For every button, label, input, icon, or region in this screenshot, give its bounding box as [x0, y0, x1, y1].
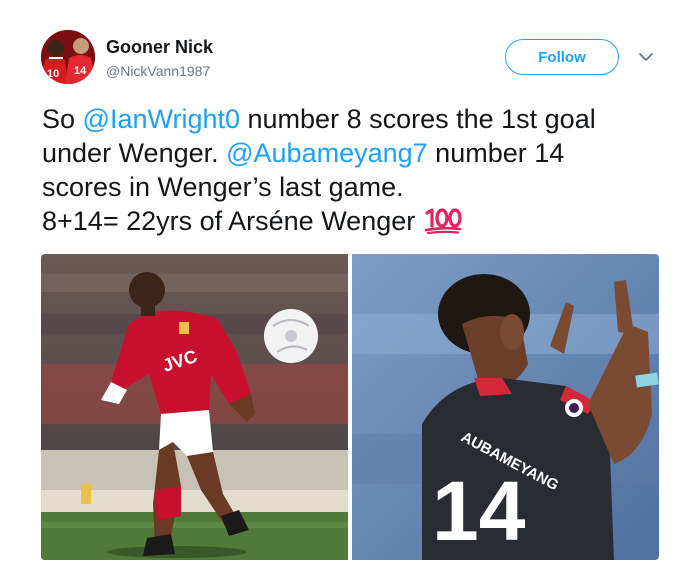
mention-link-aubameyang[interactable]: @Aubameyang7 [226, 138, 428, 168]
user-avatar[interactable]: 10 14 [41, 30, 95, 84]
follow-button[interactable]: Follow [505, 39, 619, 75]
display-name[interactable]: Gooner Nick [106, 37, 213, 58]
avatar-number-left: 10 [47, 68, 59, 80]
tweet-text-line-3: scores in Wenger’s last game. [42, 172, 404, 202]
text-segment: number 8 scores the 1st goal [240, 104, 596, 134]
text-segment: So [42, 104, 83, 134]
text-segment: under Wenger. [42, 138, 227, 168]
avatar-image: 10 14 [41, 30, 95, 84]
mention-link-ianwright[interactable]: @IanWright0 [83, 104, 240, 134]
user-handle[interactable]: @NickVann1987 [106, 63, 210, 79]
photo-ian-wright[interactable]: JVC [41, 254, 348, 560]
text-segment: number 14 [427, 138, 565, 168]
tweet-card: 10 14 Gooner Nick @NickVann1987 Follow S… [0, 0, 700, 577]
tweet-text-line-1: So @IanWright0 number 8 scores the 1st g… [42, 102, 682, 136]
avatar-number-right: 14 [74, 65, 87, 77]
hundred-points-emoji-icon [423, 206, 463, 235]
more-options-chevron-down-icon[interactable] [638, 50, 654, 64]
tweet-text: So @IanWright0 number 8 scores the 1st g… [42, 102, 682, 238]
photo-aubameyang[interactable]: AUBAMEYANG 14 [352, 254, 659, 560]
text-segment: 8+14= 22yrs of Arséne Wenger [42, 206, 416, 236]
shirt-number-label: 14 [432, 464, 526, 558]
tweet-media-grid: JVC AUBAMEYANG 14 [41, 254, 659, 560]
tweet-text-line-4: 8+14= 22yrs of Arséne Wenger [42, 204, 682, 238]
tweet-text-line-2: under Wenger. @Aubameyang7 number 14 [42, 136, 682, 170]
